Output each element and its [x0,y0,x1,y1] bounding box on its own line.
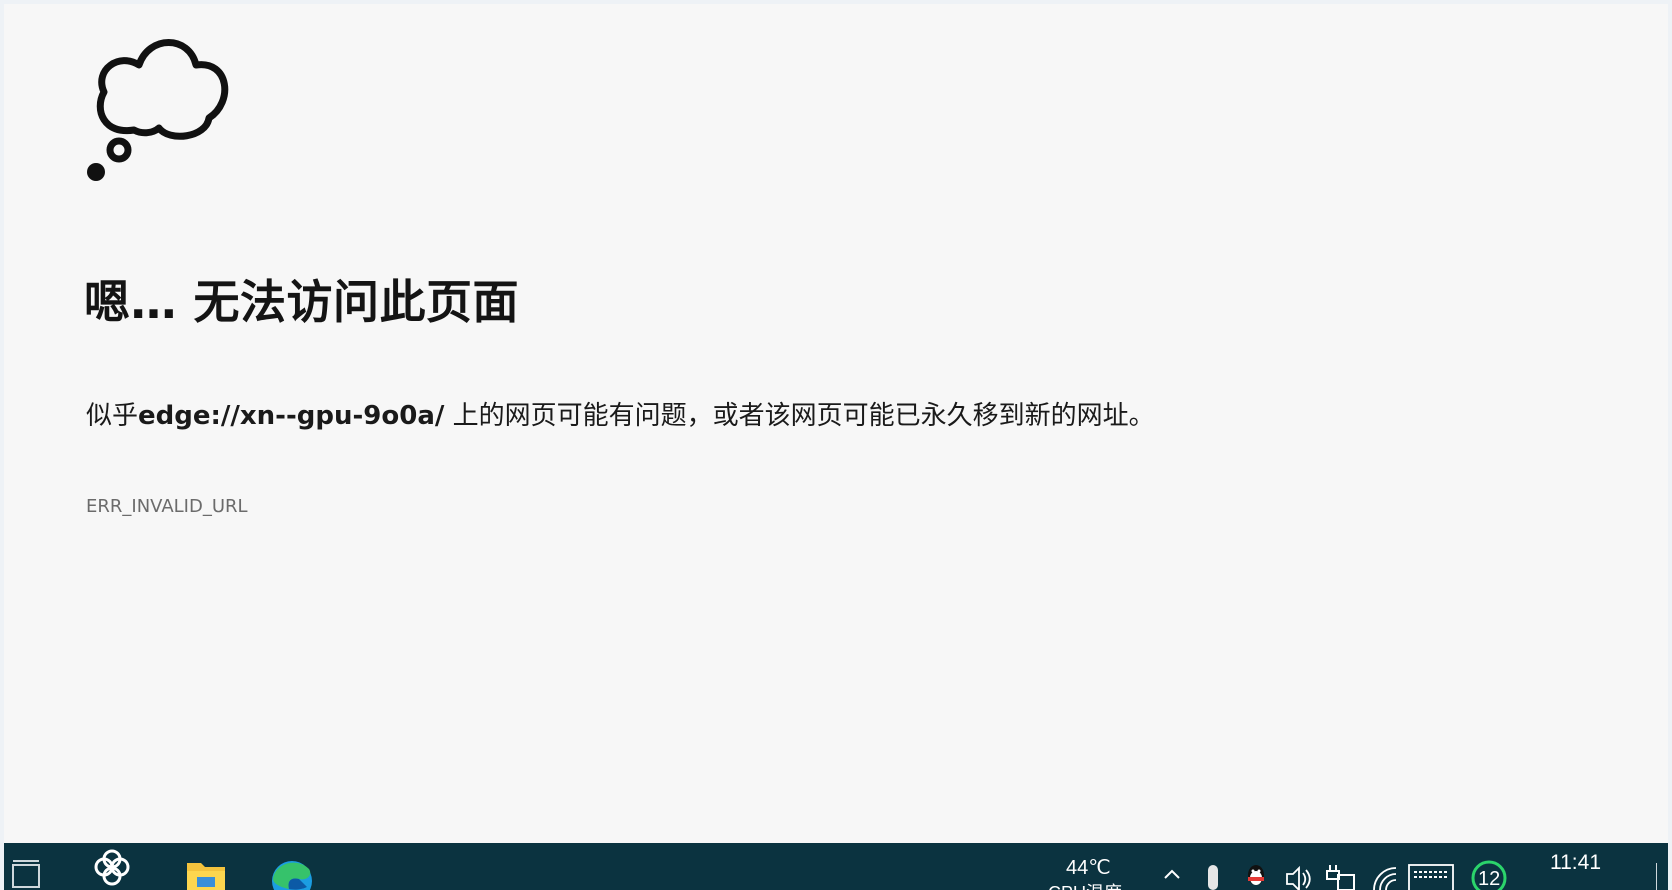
error-title: 嗯… 无法访问此页面 [84,275,520,329]
thought-cloud-icon [87,39,229,181]
task-view-button[interactable] [6,843,46,890]
keyboard-icon[interactable] [1408,863,1454,890]
cpu-temperature-label: CPU温度 [1048,879,1122,890]
browser-window: 嗯… 无法访问此页面 似乎edge://xn--gpu-9o0a/ 上的网页可能… [0,0,1672,890]
cpu-temperature[interactable]: 44℃ [1066,855,1111,880]
task-view-icon [12,860,40,888]
error-url: edge://xn--gpu-9o0a/ [138,401,445,431]
show-desktop-button[interactable] [1656,863,1667,890]
edge-browser-button[interactable] [262,843,322,890]
error-code: ERR_INVALID_URL [86,496,248,517]
error-message-suffix: 上的网页可能有问题，或者该网页可能已永久移到新的网址。 [444,401,1155,431]
notification-count: 12 [1478,868,1501,890]
app-pinwheel-icon [94,849,130,886]
wifi-icon[interactable] [1370,863,1398,890]
clock-time[interactable]: 11:41 [1550,851,1601,875]
volume-icon[interactable] [1284,865,1312,890]
edge-browser-icon [272,861,312,890]
taskbar: 44℃ CPU温度 [4,843,1668,890]
notification-badge[interactable]: 12 [1470,859,1508,890]
error-message: 似乎edge://xn--gpu-9o0a/ 上的网页可能有问题，或者该网页可能… [86,400,1155,434]
pinwheel-app-button[interactable] [82,843,142,890]
microphone-icon[interactable] [1206,865,1220,890]
file-explorer-icon [187,863,225,890]
power-plug-icon[interactable] [1324,863,1356,890]
file-explorer-button[interactable] [176,843,236,890]
qq-icon[interactable] [1244,863,1268,890]
window-border-right [1668,0,1672,890]
error-message-prefix: 似乎 [86,401,139,431]
chevron-up-icon[interactable] [1162,863,1182,890]
